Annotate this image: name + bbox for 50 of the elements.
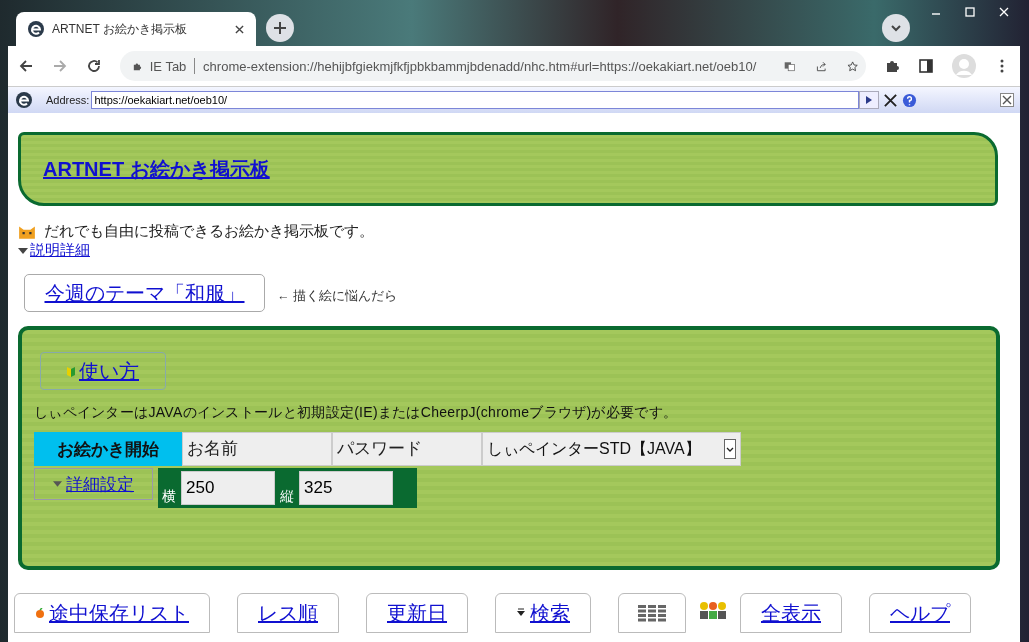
ie-logo-icon [16, 92, 32, 108]
nav-button[interactable]: 検索 [495, 593, 591, 633]
site-title-link[interactable]: ARTNET お絵かき掲示板 [43, 155, 270, 183]
details-link[interactable]: 説明詳細 [30, 241, 90, 260]
height-field[interactable]: 325 [299, 471, 393, 505]
close-icon[interactable] [235, 24, 244, 34]
ie-logo-icon [28, 21, 44, 37]
browser-tab[interactable]: ARTNET お絵かき掲示板 [16, 12, 256, 46]
star-icon[interactable] [846, 58, 858, 74]
description-text: だれでも自由に投稿できるお絵かき掲示板です。 [44, 222, 374, 241]
caret-icon [516, 608, 526, 618]
close-icon[interactable] [1000, 93, 1014, 107]
nav-button[interactable]: 途中保存リスト [14, 593, 210, 633]
height-label: 縦 [280, 488, 294, 506]
theme-hint: ← 描く絵に悩んだら [277, 287, 397, 305]
password-field[interactable]: パスワード [332, 432, 482, 466]
width-field[interactable]: 250 [181, 471, 275, 505]
reload-icon[interactable] [86, 58, 102, 74]
dropdown-icon [724, 439, 736, 459]
caret-icon [18, 247, 28, 254]
beginner-mark-icon [67, 365, 75, 377]
width-label: 横 [162, 488, 176, 506]
new-tab-icon[interactable] [266, 14, 294, 42]
name-field[interactable]: お名前 [182, 432, 332, 466]
fruit-icon [35, 608, 45, 618]
help-icon[interactable] [902, 92, 918, 108]
address-field[interactable]: https://oekakiart.net/oeb10/ [91, 91, 860, 109]
address-bar[interactable]: IE Tab chrome-extension://hehijbfgiekmjfkfjpbkbammjbdenadd/nhc.htm#url=https://oekakiart.net/oeb10/ [120, 51, 866, 81]
nav-button[interactable]: レス順 [237, 593, 339, 633]
theme-button[interactable]: 今週のテーマ「和服」 [24, 274, 265, 312]
people-icon[interactable] [699, 600, 727, 620]
nav-button[interactable]: ヘルプ [869, 593, 971, 633]
painter-select[interactable]: しぃペインターSTD【JAVA】 [482, 432, 741, 466]
play-icon [865, 96, 874, 104]
address-label: Address: [46, 94, 90, 106]
go-button[interactable] [859, 91, 880, 109]
nav-button[interactable]: 更新日 [366, 593, 468, 633]
back-icon[interactable] [18, 58, 34, 74]
nav-button[interactable]: 全表示 [740, 593, 842, 633]
tab-search-icon[interactable] [882, 14, 910, 42]
caret-icon [53, 481, 62, 487]
grid-icon [637, 604, 667, 622]
start-drawing-button[interactable]: お絵かき開始 [34, 432, 182, 466]
how-to-button[interactable]: 使い方 [40, 352, 166, 390]
side-panel-icon[interactable] [918, 58, 934, 74]
notice-text: しぃペインターはJAVAのインストールと初期設定(IE)またはCheerpJ(chromeブラウザ)が必要です。 [34, 404, 679, 422]
advanced-settings-button[interactable]: 詳細設定 [34, 468, 153, 500]
puzzle-icon[interactable] [884, 58, 900, 74]
grid-view-button[interactable] [618, 593, 686, 633]
maximize-icon[interactable] [964, 6, 976, 18]
